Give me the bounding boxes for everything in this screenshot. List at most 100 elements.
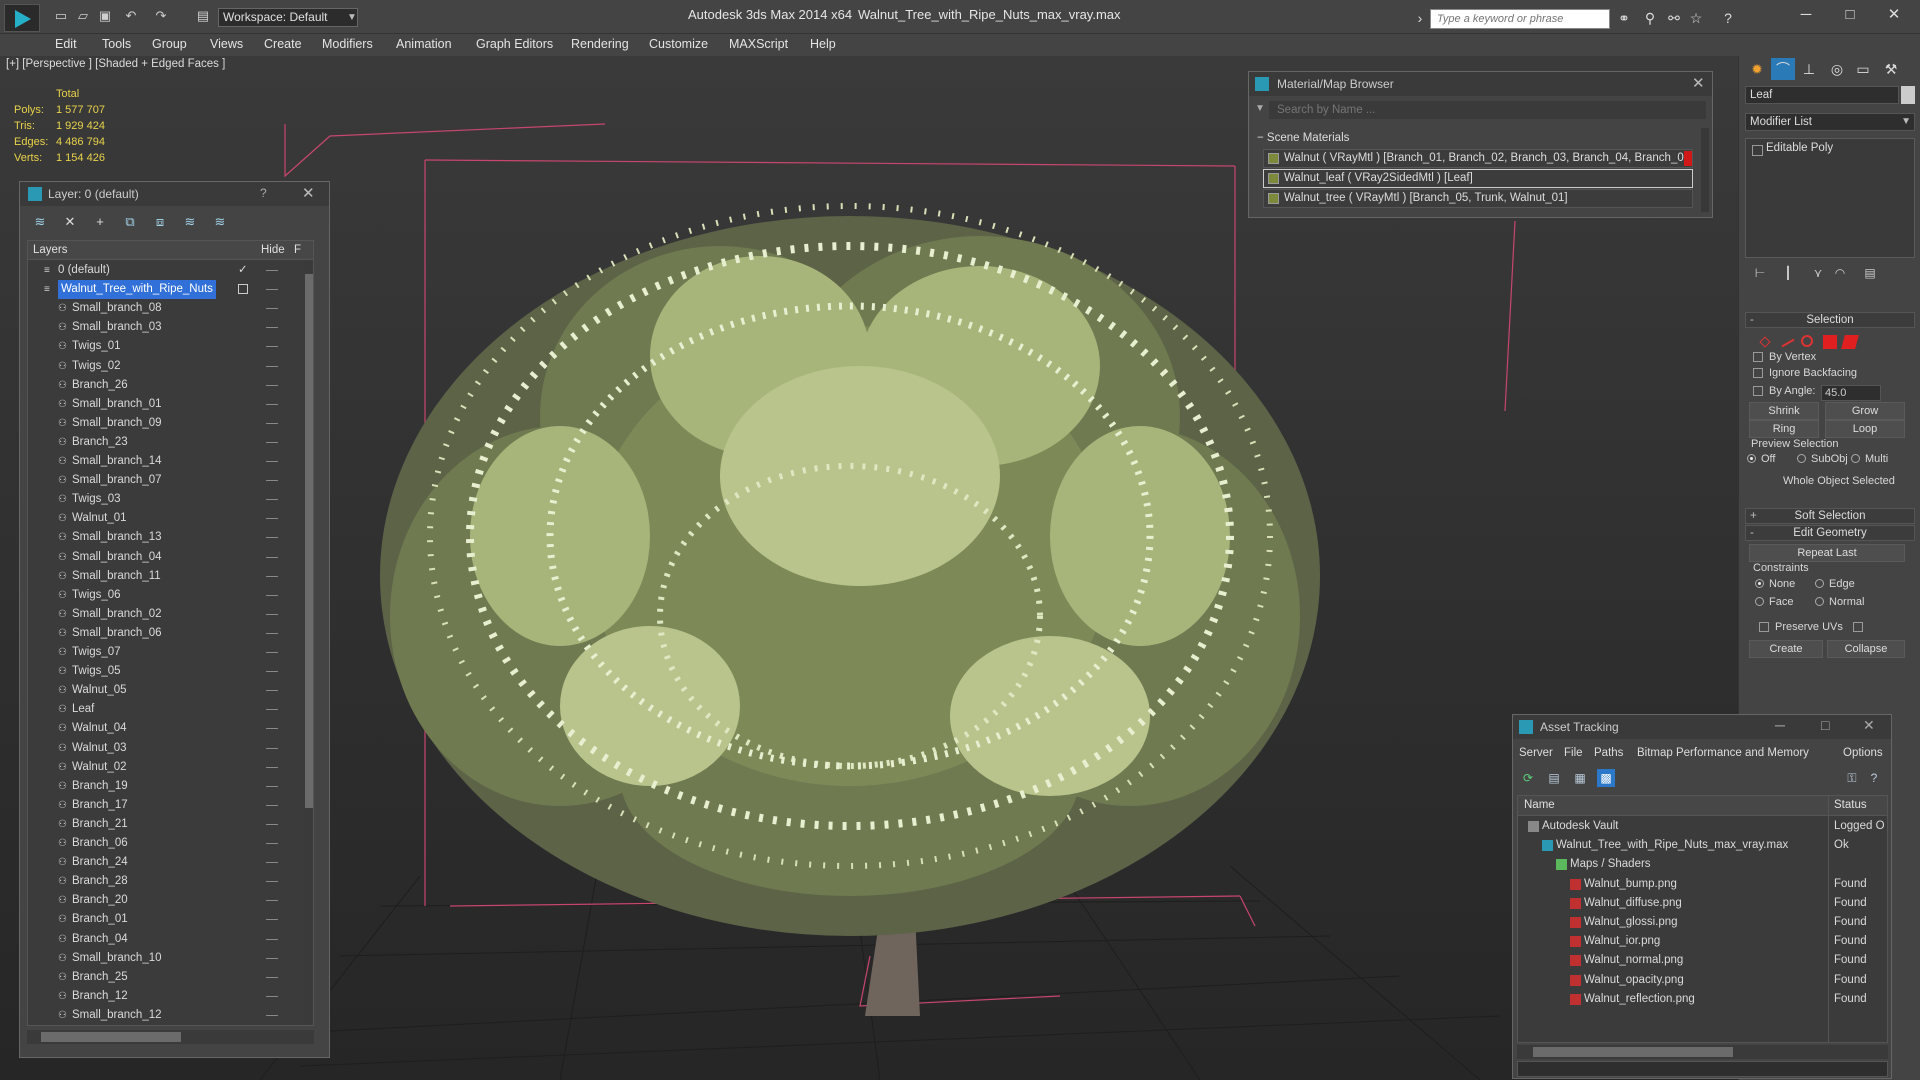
menu-views[interactable]: Views	[210, 37, 243, 51]
material-item[interactable]: Walnut_leaf ( VRay2SidedMtl ) [Leaf]	[1263, 169, 1693, 188]
menu-modifiers[interactable]: Modifiers	[322, 37, 373, 51]
help-icon[interactable]: ?	[260, 186, 267, 200]
layer-row[interactable]: ⚇ Twigs_03	[28, 490, 298, 509]
layer-row[interactable]: ⚇ Small_branch_13	[28, 528, 298, 547]
column-status[interactable]: Status	[1834, 799, 1867, 811]
hide-toggle[interactable]	[266, 957, 278, 959]
hide-toggle[interactable]	[266, 766, 278, 768]
layer-row[interactable]: ⚇ Branch_01	[28, 910, 298, 929]
layer-row[interactable]: ⚇ Leaf	[28, 700, 298, 719]
hide-toggle[interactable]	[266, 403, 278, 405]
hide-toggle[interactable]	[266, 652, 278, 653]
hide-toggle[interactable]	[266, 900, 278, 902]
layer-row[interactable]: ⚇ Branch_06	[28, 834, 298, 853]
asset-row[interactable]: Maps / Shaders	[1518, 855, 1887, 874]
hide-toggle[interactable]	[266, 938, 278, 940]
ignore-backfacing-checkbox[interactable]	[1753, 368, 1763, 378]
layer-row[interactable]: ⚇ Small_branch_09	[28, 414, 298, 433]
collapse-button[interactable]: Collapse	[1827, 640, 1905, 658]
hide-toggle[interactable]	[266, 690, 278, 692]
asset-row[interactable]: Walnut_bump.png Found	[1518, 875, 1887, 894]
layer-row[interactable]: ⚇ Small_branch_06	[28, 624, 298, 643]
menu-create[interactable]: Create	[264, 37, 302, 51]
angle-spinner[interactable]: 45.0	[1821, 385, 1881, 401]
layer-list[interactable]: Layers Hide F ≡ 0 (default) ✓ ≡ Walnut_Tree_…	[27, 240, 314, 1026]
layer-row[interactable]: ⚇ Twigs_05	[28, 662, 298, 681]
vertex-mode-icon[interactable]	[1759, 336, 1771, 348]
menu-animation[interactable]: Animation	[396, 37, 452, 51]
stack-item-editable-poly[interactable]: Editable Poly	[1750, 142, 1833, 156]
viewport-label[interactable]: [+] [Perspective ] [Shaded + Edged Faces…	[6, 58, 225, 70]
grow-button[interactable]: Grow	[1825, 402, 1905, 420]
material-item[interactable]: Walnut_tree ( VRayMtl ) [Branch_05, Trun…	[1263, 189, 1693, 208]
table-view-icon[interactable]: ▩	[1597, 769, 1615, 787]
layer-row[interactable]: ⚇ Branch_19	[28, 777, 298, 796]
hide-toggle[interactable]	[266, 384, 278, 386]
layer-row[interactable]: ⚇ Branch_20	[28, 891, 298, 910]
maximize-button[interactable]: □	[1821, 717, 1829, 733]
layer-row[interactable]: ⚇ Walnut_01	[28, 509, 298, 528]
utilities-tab-icon[interactable]: ⚒	[1879, 58, 1903, 80]
layer-row[interactable]: ⚇ Branch_04	[28, 930, 298, 949]
column-layers[interactable]: Layers	[33, 244, 68, 256]
menu-customize[interactable]: Customize	[649, 37, 708, 51]
edit-geometry-rollout-header[interactable]: - Edit Geometry	[1745, 525, 1915, 541]
constraint-none-radio[interactable]	[1755, 579, 1764, 588]
layer-row[interactable]: ⚇Branch_10	[28, 1025, 298, 1026]
hide-toggle[interactable]	[266, 976, 278, 978]
save-file-icon[interactable]: ▣	[96, 8, 114, 24]
create-tab-icon[interactable]: ✹	[1745, 58, 1769, 80]
asset-menu-options[interactable]: Options	[1843, 747, 1883, 759]
hide-toggle[interactable]	[266, 594, 278, 596]
vertical-scrollbar[interactable]	[1701, 128, 1709, 212]
hide-toggle[interactable]	[266, 575, 278, 577]
layer-row[interactable]: ⚇ Walnut_02	[28, 758, 298, 777]
chevron-down-icon[interactable]: ▼	[345, 8, 359, 27]
menu-maxscript[interactable]: MAXScript	[729, 37, 788, 51]
layer-row[interactable]: ⚇ Small_branch_07	[28, 471, 298, 490]
help-icon[interactable]: ?	[1865, 769, 1883, 787]
binoculars-icon[interactable]: ⚭	[1614, 9, 1634, 27]
hide-toggle[interactable]	[266, 537, 278, 539]
hide-toggle[interactable]	[266, 747, 278, 749]
hide-toggle[interactable]	[266, 422, 278, 424]
filter-dropdown-icon[interactable]: ▼	[1255, 103, 1265, 114]
column-name[interactable]: Name	[1524, 799, 1555, 811]
hide-toggle[interactable]	[266, 1014, 278, 1016]
asset-menu-paths[interactable]: Paths	[1594, 747, 1623, 759]
material-search-input[interactable]	[1269, 101, 1706, 119]
close-icon[interactable]: ✕	[302, 184, 315, 202]
by-vertex-checkbox[interactable]	[1753, 352, 1763, 362]
set-current-layer-icon[interactable]	[238, 284, 248, 295]
layer-row[interactable]: ≡ 0 (default) ✓	[28, 261, 298, 280]
layer-row[interactable]: ⚇ Small_branch_01	[28, 395, 298, 414]
menu-help[interactable]: Help	[810, 37, 836, 51]
asset-row[interactable]: Walnut_opacity.png Found	[1518, 971, 1887, 990]
scrollbar-thumb[interactable]	[305, 274, 313, 808]
create-button[interactable]: Create	[1749, 640, 1823, 658]
layer-row[interactable]: ⚇ Branch_28	[28, 872, 298, 891]
configure-sets-icon[interactable]: ▤	[1861, 266, 1879, 282]
hide-toggle[interactable]	[266, 556, 278, 558]
hide-toggle[interactable]	[266, 270, 278, 271]
constraint-face-radio[interactable]	[1755, 597, 1764, 606]
asset-row[interactable]: Walnut_ior.png Found	[1518, 932, 1887, 951]
scene-materials-section[interactable]: − Scene Materials	[1257, 132, 1349, 144]
list-view-icon[interactable]: ▤	[1545, 769, 1563, 787]
help-icon[interactable]: ?	[1718, 9, 1738, 27]
layer-row[interactable]: ⚇ Small_branch_08	[28, 299, 298, 318]
add-to-layer-icon[interactable]: +	[90, 213, 110, 231]
material-browser-titlebar[interactable]: Material/Map Browser ✕	[1249, 72, 1712, 96]
edge-mode-icon[interactable]	[1781, 338, 1795, 348]
asset-row[interactable]: Walnut_diffuse.png Found	[1518, 894, 1887, 913]
border-mode-icon[interactable]	[1801, 335, 1813, 347]
vertical-scrollbar[interactable]	[305, 260, 313, 1024]
hide-toggle[interactable]	[266, 862, 278, 864]
layer-row[interactable]: ⚇ Branch_12	[28, 987, 298, 1006]
hide-toggle[interactable]	[266, 804, 278, 806]
layer-row[interactable]: ⚇ Branch_23	[28, 433, 298, 452]
pin-stack-icon[interactable]: ⊢	[1751, 266, 1769, 282]
remove-modifier-icon[interactable]: ◠	[1831, 266, 1849, 282]
modifier-list-dropdown[interactable]: Modifier List ▼	[1745, 113, 1915, 131]
menu-edit[interactable]: Edit	[55, 37, 77, 51]
